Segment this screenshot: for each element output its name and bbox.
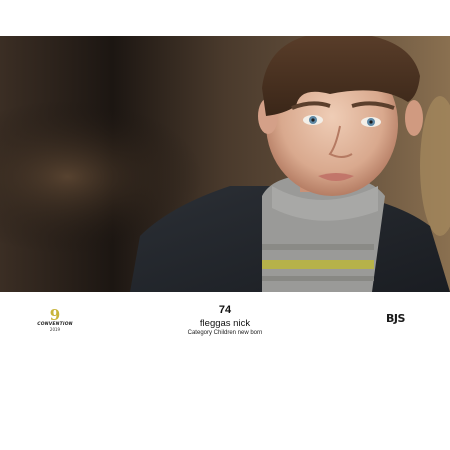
entry-category: Category Children new born (187, 330, 263, 336)
entry-caption: 74 fleggas nick Category Children new bo… (0, 304, 450, 337)
bjs-logo: BJS (386, 312, 412, 328)
page: 9 CONVENTION 2019 74 fleggas nick Catego… (0, 0, 450, 450)
portrait-photo (0, 36, 450, 292)
entry-name: fleggas nick (199, 318, 251, 329)
bjs-logo-text: BJS (386, 312, 405, 325)
entry-number: 74 (218, 304, 232, 316)
